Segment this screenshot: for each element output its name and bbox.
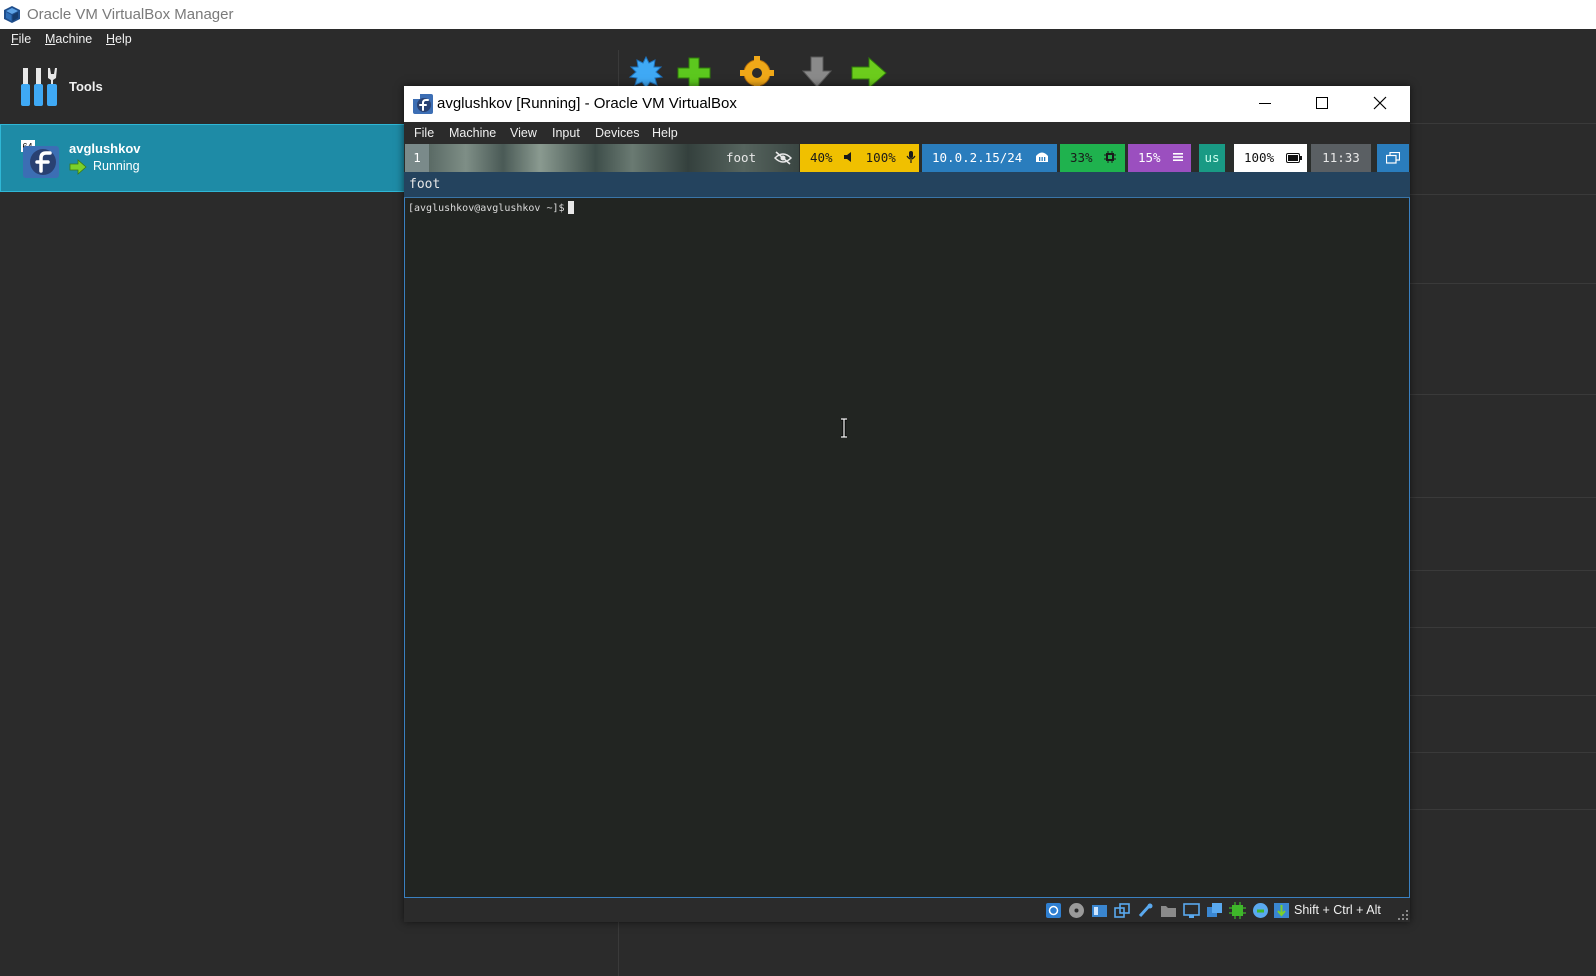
- chip-icon: [1104, 151, 1117, 163]
- usb-icon[interactable]: [1137, 902, 1154, 919]
- details-divider: [1410, 194, 1596, 195]
- manager-window-title: Oracle VM VirtualBox Manager: [27, 6, 234, 23]
- memory-bars-icon: [1173, 153, 1184, 161]
- idle-inhibitor[interactable]: [766, 144, 800, 172]
- battery-value: 100%: [1244, 150, 1275, 165]
- vm-name: avglushkov: [69, 141, 141, 156]
- details-divider: [1410, 695, 1596, 696]
- focused-window-title: foot: [726, 150, 757, 165]
- shell-prompt: [avglushkov@avglushkov ~]$: [408, 201, 574, 214]
- eye-slash-icon: [774, 151, 792, 165]
- manager-menu-bar: File Machine Help: [0, 29, 1596, 50]
- details-divider: [1410, 752, 1596, 753]
- manager-menu-machine[interactable]: Machine: [45, 32, 92, 46]
- cpu-icon[interactable]: [1229, 902, 1246, 919]
- battery-module[interactable]: 100%: [1234, 144, 1307, 172]
- close-icon[interactable]: [1352, 86, 1410, 122]
- vm-menu-machine[interactable]: Machine: [449, 126, 496, 140]
- ethernet-icon: [1035, 152, 1048, 162]
- volume-value: 40%: [810, 150, 833, 165]
- vm-title-bar[interactable]: avglushkov [Running] - Oracle VM Virtual…: [404, 86, 1410, 122]
- terminal-window-title: foot: [404, 172, 1410, 198]
- vm-menu-bar: File Machine View Input Devices Help: [404, 122, 1410, 144]
- keyboard-capture-icon[interactable]: [1273, 902, 1290, 919]
- network-icon[interactable]: [1114, 902, 1131, 919]
- vm-list-item-avglushkov[interactable]: 64 avglushkov Running: [0, 124, 406, 192]
- vm-window-title: avglushkov [Running] - Oracle VM Virtual…: [437, 95, 737, 112]
- menu-file-label: ile: [18, 32, 32, 46]
- minimize-icon[interactable]: [1236, 86, 1294, 122]
- speaker-icon: [844, 152, 852, 162]
- vm-window: avglushkov [Running] - Oracle VM Virtual…: [404, 86, 1410, 922]
- network-module[interactable]: 10.0.2.15/24: [922, 144, 1057, 172]
- ibeam-cursor-icon: [841, 418, 847, 438]
- workspace-button-1[interactable]: 1: [405, 144, 429, 172]
- details-divider: [1410, 497, 1596, 498]
- shared-folders-icon[interactable]: [1160, 902, 1177, 919]
- hard-disk-icon[interactable]: [1045, 902, 1062, 919]
- details-divider: [1410, 394, 1596, 395]
- tray-module[interactable]: [1377, 144, 1409, 172]
- optical-disk-icon[interactable]: [1068, 902, 1085, 919]
- memory-module[interactable]: 15%: [1128, 144, 1191, 172]
- microphone-icon: [906, 151, 916, 163]
- cpu-value: 33%: [1070, 150, 1093, 165]
- menu-help-mnemonic: H: [106, 32, 116, 46]
- vm-status-bar: Shift + Ctrl + Alt: [404, 898, 1410, 922]
- details-divider: [1410, 570, 1596, 571]
- running-arrow-icon: [69, 159, 87, 175]
- battery-icon: [1285, 153, 1302, 163]
- keyboard-layout[interactable]: us: [1199, 144, 1225, 172]
- details-divider: [1410, 283, 1596, 284]
- details-divider: [1410, 123, 1596, 124]
- details-divider: [1410, 627, 1596, 628]
- waybar-status-bar: 1 foot 40% 100% 10.0.2.15/24 33% 15% us …: [404, 144, 1410, 172]
- virtualbox-logo-icon: [4, 6, 20, 23]
- cpu-module[interactable]: 33%: [1060, 144, 1125, 172]
- pulseaudio-module[interactable]: 40% 100%: [800, 144, 919, 172]
- manager-menu-help[interactable]: Help: [106, 32, 132, 46]
- manager-title-bar[interactable]: Oracle VM VirtualBox Manager: [0, 0, 1596, 29]
- ip-address: 10.0.2.15/24: [932, 150, 1023, 165]
- mic-value: 100%: [865, 150, 896, 165]
- vm-menu-file[interactable]: File: [414, 126, 434, 140]
- clock[interactable]: 11:33: [1311, 144, 1371, 172]
- menu-file-mnemonic: F: [11, 32, 19, 46]
- windows-icon: [1386, 152, 1400, 164]
- vm-menu-devices[interactable]: Devices: [595, 126, 639, 140]
- guest-display[interactable]: 1 foot 40% 100% 10.0.2.15/24 33% 15% us …: [404, 144, 1410, 898]
- maximize-icon[interactable]: [1293, 86, 1351, 122]
- fedora-os-icon: 64: [21, 140, 59, 178]
- text-cursor: [567, 201, 574, 214]
- memory-value: 15%: [1138, 150, 1161, 165]
- menu-help-label: elp: [115, 32, 132, 46]
- prompt-text: [avglushkov@avglushkov ~]$: [408, 203, 565, 214]
- menu-machine-label: achine: [55, 32, 93, 46]
- recording-icon[interactable]: [1206, 902, 1223, 919]
- tools-label: Tools: [69, 79, 103, 94]
- menu-machine-mnemonic: M: [45, 32, 56, 46]
- tools-icon: [21, 68, 57, 106]
- mouse-integration-icon[interactable]: [1252, 902, 1269, 919]
- audio-icon[interactable]: [1091, 902, 1108, 919]
- host-key-combo[interactable]: Shift + Ctrl + Alt: [1294, 903, 1381, 917]
- vm-menu-view[interactable]: View: [510, 126, 537, 140]
- manager-menu-file[interactable]: File: [11, 32, 31, 46]
- vm-menu-input[interactable]: Input: [552, 126, 580, 140]
- fedora-os-icon: [413, 94, 433, 114]
- details-divider: [1410, 809, 1596, 810]
- vm-menu-help[interactable]: Help: [652, 126, 678, 140]
- terminal-area[interactable]: [avglushkov@avglushkov ~]$: [404, 198, 1410, 898]
- vm-state: Running: [93, 159, 140, 173]
- display-icon[interactable]: [1183, 902, 1200, 919]
- resize-grip-icon[interactable]: [1398, 910, 1408, 920]
